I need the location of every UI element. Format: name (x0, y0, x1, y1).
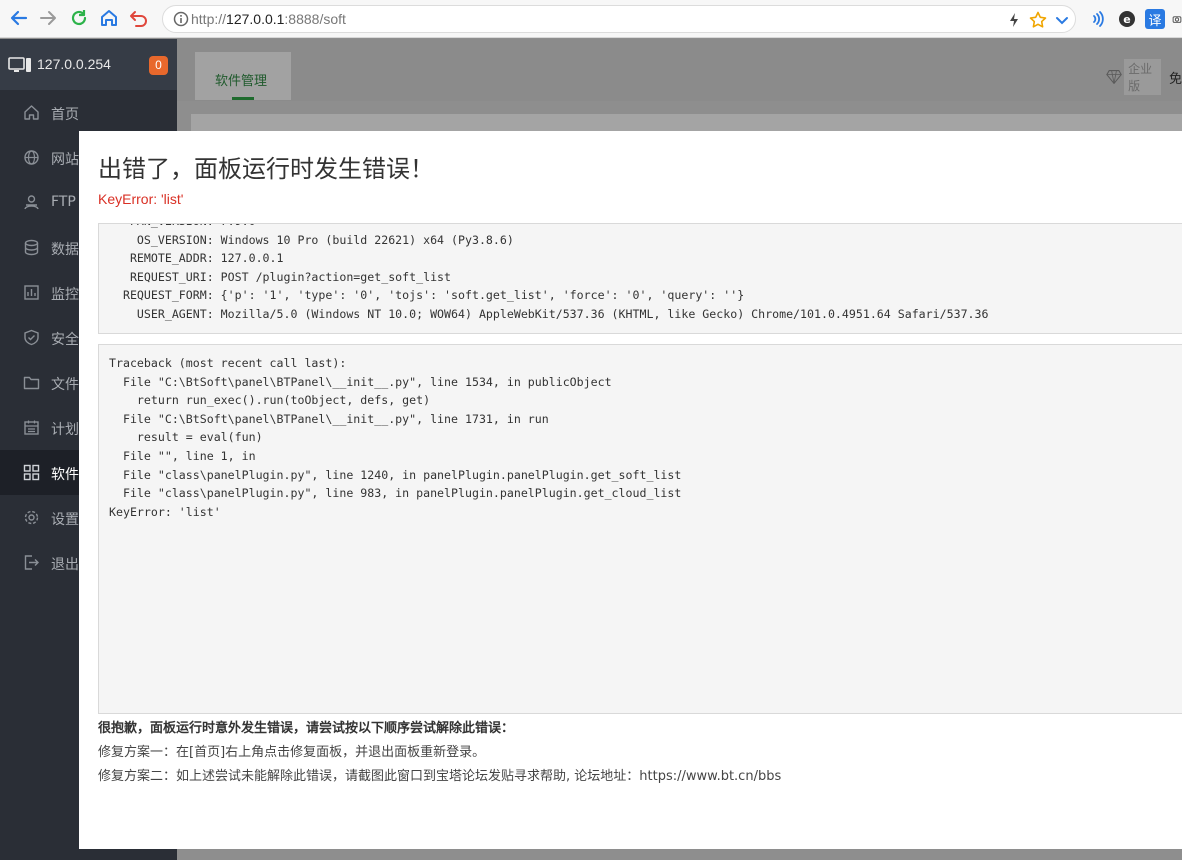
camera-icon[interactable] (1172, 9, 1182, 29)
tab-label: 软件管理 (215, 74, 268, 89)
apps-icon (23, 464, 40, 481)
forward-arrow-icon (40, 11, 56, 25)
monitor-icon (24, 285, 39, 300)
sidebar-item-label: 文件 (51, 377, 79, 393)
sidebar-item-label: 首页 (51, 107, 79, 123)
read-aloud-icon[interactable] (1089, 9, 1109, 29)
browser-toolbar: http://127.0.0.1:8888/soft e 译 (0, 0, 1182, 38)
environment-info-box[interactable]: PAN_VERSION: 7.9.0 OS_VERSION: Windows 1… (98, 223, 1182, 334)
error-modal: 出错了，面板运行时发生错误！ KeyError: 'list' PAN_VERS… (79, 131, 1182, 849)
ftp-icon (24, 195, 39, 210)
traceback-box[interactable]: Traceback (most recent call last): File … (98, 344, 1182, 714)
monitor-server-icon (8, 57, 31, 72)
sidebar-item-label: 设置 (51, 512, 79, 528)
tab-software-management[interactable]: 软件管理 (195, 52, 291, 100)
reload-button[interactable] (68, 7, 90, 29)
logout-icon (24, 555, 39, 570)
svg-text:e: e (1123, 13, 1130, 26)
sidebar-item-label: 退出 (51, 557, 79, 573)
error-message: KeyError: 'list' (98, 191, 184, 207)
content-strip (191, 114, 1182, 131)
sidebar-item-label: FTP (51, 194, 76, 210)
address-bar[interactable]: http://127.0.0.1:8888/soft (162, 5, 1076, 33)
header-right-text: 免 (1168, 71, 1182, 87)
undo-icon (130, 11, 147, 27)
info-icon (173, 11, 189, 31)
sidebar-item-label: 计划 (51, 422, 79, 438)
server-ip: 127.0.0.254 (37, 56, 111, 72)
environment-info-text: PAN_VERSION: 7.9.0 OS_VERSION: Windows 1… (122, 224, 989, 321)
gear-icon (24, 510, 39, 525)
sidebar-item-label: 数据 (51, 242, 79, 258)
enterprise-label: 企业版 (1124, 59, 1161, 95)
back-button[interactable] (8, 7, 30, 29)
sidebar-item-label: 监控 (51, 287, 79, 303)
undo-close-button[interactable] (128, 7, 150, 29)
globe-icon (24, 150, 39, 165)
sidebar-item-label: 网站 (51, 152, 79, 168)
enterprise-badge[interactable]: 企业版 免 (1106, 59, 1182, 95)
fix-option-one: 修复方案一：在[首页]右上角点击修复面板，并退出面板重新登录。 (98, 745, 486, 760)
apology-text: 很抱歉，面板运行时意外发生错误，请尝试按以下顺序尝试解除此错误： (98, 721, 515, 736)
database-icon (24, 239, 39, 256)
sidebar-item-label: 安全 (51, 332, 79, 348)
translate-extension-icon[interactable]: 译 (1145, 9, 1165, 29)
url-text: http://127.0.0.1:8888/soft (191, 11, 346, 27)
home-icon (24, 105, 39, 120)
house-icon (101, 10, 117, 26)
shield-icon (24, 329, 39, 346)
fix-option-two: 修复方案二：如上述尝试未能解除此错误，请截图此窗口到宝塔论坛发贴寻求帮助, 论坛… (98, 769, 782, 784)
sidebar-item-label: 软件 (51, 467, 79, 483)
extension-e-icon[interactable]: e (1117, 9, 1137, 29)
diamond-icon (1106, 70, 1122, 84)
notification-badge[interactable]: 0 (149, 56, 168, 75)
home-button[interactable] (98, 7, 120, 29)
server-header[interactable]: 127.0.0.254 0 (0, 39, 177, 90)
reload-icon (71, 10, 87, 26)
sidebar-item-home[interactable]: 首页 (0, 90, 177, 135)
chevron-down-icon[interactable] (1053, 11, 1071, 29)
main-header (177, 39, 1182, 101)
back-arrow-icon (10, 10, 28, 26)
calendar-icon (24, 420, 39, 435)
forward-button[interactable] (37, 7, 59, 29)
error-title: 出错了，面板运行时发生错误！ (98, 155, 434, 183)
lightning-icon[interactable] (1005, 11, 1023, 29)
folder-icon (23, 376, 40, 390)
star-bookmark-icon[interactable] (1029, 11, 1047, 29)
traceback-text: Traceback (most recent call last): File … (109, 356, 682, 519)
tab-underline (232, 97, 254, 100)
